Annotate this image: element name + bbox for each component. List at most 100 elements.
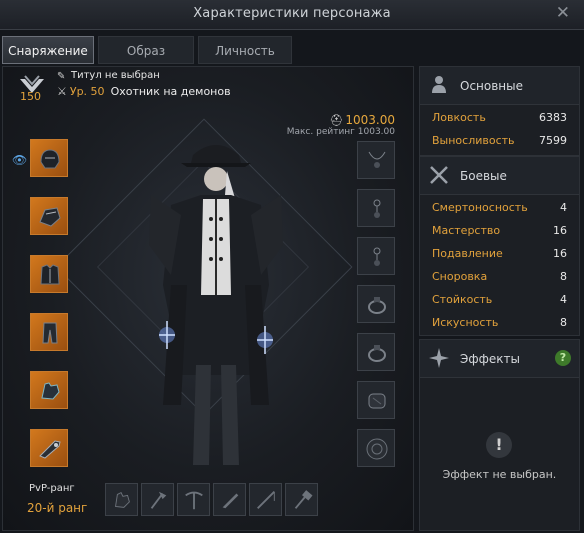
effects-title: Эффекты xyxy=(460,352,520,366)
pvp-rank-label: PvP-ранг xyxy=(29,483,75,494)
slot-life-tool-3[interactable] xyxy=(177,483,210,516)
earring-icon xyxy=(373,247,381,266)
stat-value: 6383 xyxy=(539,111,567,124)
slot-necklace[interactable] xyxy=(357,141,395,179)
slot-weapon[interactable] xyxy=(30,429,68,467)
hammer-icon xyxy=(294,490,313,509)
stat-name: Выносливость xyxy=(432,134,515,147)
character-title: Титул не выбран xyxy=(71,70,160,81)
rod-icon xyxy=(257,491,275,509)
axe-icon xyxy=(150,491,167,509)
pickaxe-icon xyxy=(185,491,203,510)
slot-pants[interactable] xyxy=(30,313,68,351)
slot-life-tool-4[interactable] xyxy=(213,483,246,516)
stat-row: Стойкость 4 xyxy=(432,293,567,309)
character-level: Ур. 50 xyxy=(69,85,105,98)
slot-gloves[interactable] xyxy=(30,371,68,409)
window-title: Характеристики персонажа xyxy=(193,6,391,21)
slot-ring-2[interactable] xyxy=(357,333,395,371)
earring-icon xyxy=(373,199,381,218)
slot-helmet[interactable] xyxy=(30,139,68,177)
weapon-icon xyxy=(39,440,61,459)
combat-stats-header: Боевые xyxy=(420,157,579,195)
stat-name: Сноровка xyxy=(432,270,488,283)
character-class: Охотник на демонов xyxy=(110,85,231,98)
close-icon[interactable]: ✕ xyxy=(556,3,570,23)
stat-value: 16 xyxy=(553,224,567,237)
roster-level: 150 xyxy=(20,90,41,103)
max-rating: Макс. рейтинг 1003.00 xyxy=(286,127,395,137)
tab-bar: Снаряжение Образ Личность xyxy=(0,36,584,64)
crossed-swords-icon: ⚔ xyxy=(57,85,67,98)
crossed-swords-icon xyxy=(428,164,450,186)
combat-stats-panel: Боевые Смертоносность 4 Мастерство 16 По… xyxy=(419,156,580,336)
character-model xyxy=(149,145,283,465)
slot-chest[interactable] xyxy=(30,255,68,293)
stat-name: Стойкость xyxy=(432,293,493,306)
combat-stats-title: Боевые xyxy=(460,169,507,183)
tab-equipment[interactable]: Снаряжение xyxy=(2,36,94,64)
slot-stone[interactable] xyxy=(357,429,395,467)
stat-value: 4 xyxy=(560,293,567,306)
stat-name: Смертоносность xyxy=(432,201,528,214)
item-level-value: 1003.00 xyxy=(345,113,395,127)
stat-name: Мастерство xyxy=(432,224,501,237)
level-line: ⚔ Ур. 50 Охотник на демонов xyxy=(57,85,231,98)
pants-icon xyxy=(42,322,58,344)
slot-life-tool-1[interactable] xyxy=(105,483,138,516)
slot-bracelet[interactable] xyxy=(357,381,395,419)
stone-icon xyxy=(366,438,388,460)
stat-row: Смертоносность 4 xyxy=(432,201,567,217)
stat-row: Ловкость 6383 xyxy=(432,111,567,127)
stat-row: Искусность 8 xyxy=(432,316,567,332)
item-level-icon: ⛑ xyxy=(329,114,344,127)
eye-icon[interactable]: 👁 xyxy=(12,153,27,167)
slot-life-tool-5[interactable] xyxy=(249,483,282,516)
stat-row: Сноровка 8 xyxy=(432,270,567,286)
help-icon[interactable]: ? xyxy=(555,350,571,366)
stat-row: Мастерство 16 xyxy=(432,224,567,240)
item-level: ⛑ 1003.00 xyxy=(329,113,395,127)
ring-icon xyxy=(368,345,386,362)
ring-icon xyxy=(368,297,386,314)
stat-value: 8 xyxy=(560,316,567,329)
title-line[interactable]: ✎ Титул не выбран xyxy=(57,70,160,82)
gloves-tool-icon xyxy=(115,491,130,508)
slot-earring-1[interactable] xyxy=(357,189,395,227)
compass-star-icon xyxy=(428,347,450,369)
no-effect-text: Эффект не выбран. xyxy=(442,468,557,481)
effects-header: Эффекты ? xyxy=(420,340,579,378)
window-titlebar: Характеристики персонажа ✕ xyxy=(0,0,584,30)
tab-appearance[interactable]: Образ xyxy=(98,36,194,64)
stat-value: 8 xyxy=(560,270,567,283)
stat-name: Подавление xyxy=(432,247,503,260)
stat-value: 16 xyxy=(553,247,567,260)
tab-personality[interactable]: Личность xyxy=(198,36,292,64)
equipment-panel: 150 ✎ Титул не выбран ⚔ Ур. 50 Охотник на д… xyxy=(2,66,414,531)
basic-stats-title: Основные xyxy=(460,79,524,93)
chest-icon xyxy=(40,264,60,285)
helmet-icon xyxy=(40,149,60,169)
effects-panel: Эффекты ? ! Эффект не выбран. xyxy=(419,339,580,531)
person-icon xyxy=(428,74,450,96)
slot-ring-1[interactable] xyxy=(357,285,395,323)
edit-icon: ✎ xyxy=(57,71,66,82)
slot-shoulders[interactable] xyxy=(30,197,68,235)
shoulder-icon xyxy=(39,207,61,227)
basic-stats-panel: Основные Ловкость 6383 Выносливость 7599 xyxy=(419,66,580,156)
slot-earring-2[interactable] xyxy=(357,237,395,275)
slot-life-tool-2[interactable] xyxy=(141,483,174,516)
necklace-icon xyxy=(368,151,386,168)
basic-stats-header: Основные xyxy=(420,67,579,105)
stat-name: Искусность xyxy=(432,316,499,329)
stat-row: Подавление 16 xyxy=(432,247,567,263)
stat-value: 4 xyxy=(560,201,567,214)
exclamation-icon: ! xyxy=(486,432,512,458)
pvp-rank-value: 20-й ранг xyxy=(27,501,88,515)
stat-row: Выносливость 7599 xyxy=(432,134,567,150)
stat-name: Ловкость xyxy=(432,111,486,124)
slot-life-tool-6[interactable] xyxy=(285,483,318,516)
knife-icon xyxy=(222,493,239,509)
stat-value: 7599 xyxy=(539,134,567,147)
gloves-icon xyxy=(41,382,60,400)
